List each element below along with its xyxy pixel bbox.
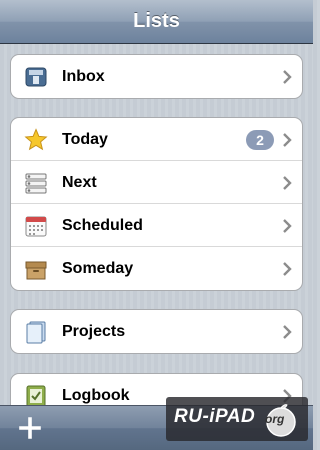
watermark: RU-iPAD org bbox=[166, 397, 308, 441]
list-item-today[interactable]: Today 2 bbox=[11, 118, 302, 161]
list-group-focus: Today 2 Next Scheduled Someday bbox=[10, 117, 303, 291]
list-item-next[interactable]: Next bbox=[11, 161, 302, 204]
chevron-right-icon bbox=[283, 262, 292, 276]
list-item-label: Next bbox=[62, 174, 97, 191]
list-icon bbox=[25, 173, 47, 194]
watermark-suffix: org bbox=[265, 412, 285, 426]
star-icon bbox=[24, 128, 48, 151]
chevron-right-icon bbox=[283, 176, 292, 190]
list-item-someday[interactable]: Someday bbox=[11, 247, 302, 290]
list-item-label: Scheduled bbox=[62, 217, 143, 234]
list-item-label: Today bbox=[62, 131, 108, 148]
add-button[interactable] bbox=[18, 416, 42, 440]
list-item-projects[interactable]: Projects bbox=[11, 310, 302, 353]
list-item-inbox[interactable]: Inbox bbox=[11, 55, 302, 98]
count-badge: 2 bbox=[246, 130, 274, 150]
navigation-bar: Lists bbox=[0, 0, 313, 44]
list-item-label: Inbox bbox=[62, 68, 105, 85]
list-item-scheduled[interactable]: Scheduled bbox=[11, 204, 302, 247]
chevron-right-icon bbox=[283, 133, 292, 147]
page-title: Lists bbox=[133, 10, 180, 32]
calendar-icon bbox=[25, 216, 47, 237]
inbox-icon bbox=[25, 67, 47, 87]
chevron-right-icon bbox=[283, 219, 292, 233]
projects-icon bbox=[26, 321, 46, 344]
list-item-label: Someday bbox=[62, 260, 134, 277]
list-group-inbox: Inbox bbox=[10, 54, 303, 99]
chevron-right-icon bbox=[283, 70, 292, 84]
list-group-projects: Projects bbox=[10, 309, 303, 354]
chevron-right-icon bbox=[283, 325, 292, 339]
watermark-text: RU-iPAD bbox=[174, 406, 256, 427]
box-icon bbox=[25, 261, 47, 280]
list-item-label: Projects bbox=[62, 323, 126, 340]
